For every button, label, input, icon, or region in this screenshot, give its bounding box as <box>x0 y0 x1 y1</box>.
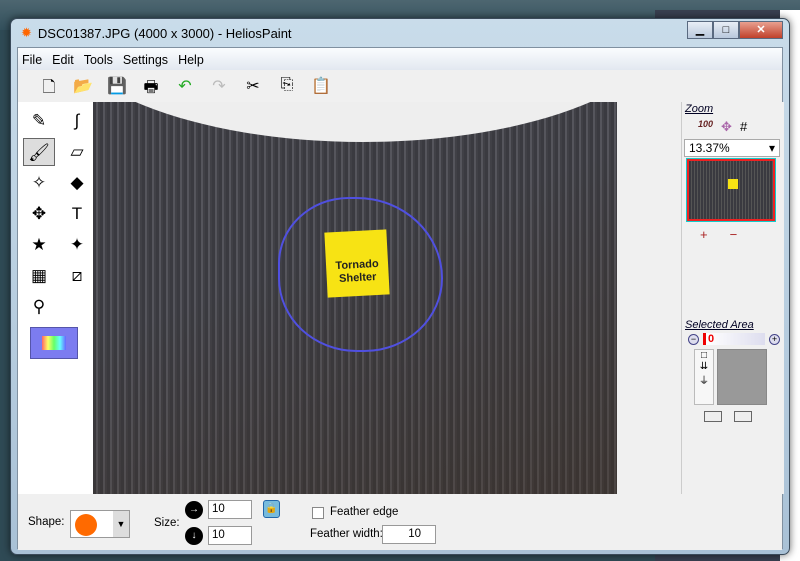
menu-settings[interactable]: Settings <box>123 53 168 70</box>
redo-icon[interactable]: ↷ <box>208 76 230 100</box>
increase-button[interactable]: + <box>769 333 780 345</box>
menu-file[interactable]: File <box>22 53 42 70</box>
pencil-icon[interactable]: ✎ <box>23 107 55 135</box>
menu-tools[interactable]: Tools <box>84 53 113 70</box>
text-icon[interactable]: T <box>61 200 93 228</box>
tool-palette: ✎ ∫ 🖌 ▱ ✧ ◆ ✥ T ★ ✦ ▦ ⧄ ⚲ <box>18 102 93 494</box>
size-label: Size: <box>154 517 180 529</box>
eraser-icon[interactable]: ▱ <box>61 138 93 166</box>
selection-slider[interactable]: 0 <box>703 333 765 345</box>
selection-preview <box>717 349 767 405</box>
chevron-down-icon: ▼ <box>113 511 129 537</box>
circle-shape-icon <box>75 514 97 536</box>
lock-ratio-button[interactable]: 🔒 <box>263 500 280 518</box>
fill-icon[interactable]: ◆ <box>61 169 93 197</box>
color-spectrum-icon <box>42 336 66 350</box>
height-input[interactable]: 10 <box>208 526 252 545</box>
shapes-icon[interactable]: ★ <box>23 231 55 259</box>
tool-options-bar: Shape: ▼ Size: → ↓ 10 10 🔒 Feather edge … <box>18 494 782 550</box>
navigator-thumbnail[interactable] <box>686 158 776 222</box>
undo-icon[interactable]: ↶ <box>174 76 196 100</box>
tornado-shelter-sign: Tornado Shelter <box>324 229 390 298</box>
save-icon[interactable]: 💾 <box>106 76 128 100</box>
shape-label: Shape: <box>28 516 65 528</box>
transform-icon[interactable]: ⧄ <box>61 262 93 290</box>
new-icon[interactable]: 🗋 <box>38 76 60 100</box>
actual-size-icon[interactable]: 100 <box>698 119 713 135</box>
app-icon: ✹ <box>21 25 32 40</box>
spray-icon[interactable]: ✧ <box>23 169 55 197</box>
paste-icon[interactable]: 📋 <box>310 76 332 100</box>
effects-icon[interactable]: ✦ <box>61 231 93 259</box>
menu-edit[interactable]: Edit <box>52 53 74 70</box>
color-picker-icon[interactable]: ⚲ <box>23 293 55 321</box>
toolbar: 🗋 📂 💾 🖶 ↶ ↷ ✂ ⎘ 📋 <box>18 72 782 100</box>
gradient-icon[interactable]: ▦ <box>23 262 55 290</box>
feather-width-label: Feather width: <box>310 528 383 540</box>
zoom-select[interactable]: 13.37% ▾ <box>684 139 780 157</box>
selection-mode-buttons[interactable]: □ ⇊ ⏚ <box>694 349 714 405</box>
zoom-value: 13.37% <box>689 141 730 155</box>
open-icon[interactable]: 📂 <box>72 76 94 100</box>
window-title: DSC01387.JPG (4000 x 3000) - HeliosPaint <box>37 25 292 41</box>
client-area: File Edit Tools Settings Help 🗋 📂 💾 🖶 ↶ ↷ ✂ ⎘ 📋 ✎ ∫ 🖌 ▱… <box>17 47 784 550</box>
canvas-margin <box>617 102 681 494</box>
menu-help[interactable]: Help <box>178 53 204 70</box>
image-canvas[interactable]: Tornado Shelter <box>93 102 617 494</box>
fit-window-icon[interactable]: ✥ <box>721 119 732 135</box>
fit-selection-icon[interactable] <box>734 411 752 422</box>
zoom-out-icon[interactable]: − <box>730 227 738 242</box>
thumbnail-sign <box>728 179 738 189</box>
minimize-button[interactable]: ▁ <box>687 21 713 39</box>
close-button[interactable]: ✕ <box>739 21 783 39</box>
select-all-icon[interactable] <box>704 411 722 422</box>
width-icon: → <box>185 501 203 519</box>
selected-area-label: Selected Area <box>685 319 754 331</box>
grid-icon[interactable]: # <box>740 119 747 135</box>
zoom-label: Zoom <box>685 103 714 115</box>
title-bar: ✹ DSC01387.JPG (4000 x 3000) - HeliosPain… <box>21 25 292 41</box>
brush-icon[interactable]: 🖌 <box>23 138 55 166</box>
right-panel: Zoom 100 ✥ # 13.37% ▾ + − Selected Area −… <box>681 102 784 494</box>
print-icon[interactable]: 🖶 <box>140 76 162 100</box>
copy-icon[interactable]: ⎘ <box>276 76 298 100</box>
app-window: ✹ DSC01387.JPG (4000 x 3000) - HeliosPain… <box>10 18 790 555</box>
cut-icon[interactable]: ✂ <box>242 76 264 100</box>
menu-bar: File Edit Tools Settings Help <box>18 48 782 70</box>
shape-dropdown[interactable]: ▼ <box>70 510 130 538</box>
feather-width-input[interactable]: 10 <box>382 525 436 544</box>
height-icon: ↓ <box>185 527 203 545</box>
feather-edge-label: Feather edge <box>330 506 399 518</box>
width-input[interactable]: 10 <box>208 500 252 519</box>
curve-icon[interactable]: ∫ <box>61 107 93 135</box>
move-icon[interactable]: ✥ <box>23 200 55 228</box>
color-palette-button[interactable] <box>30 327 78 359</box>
decrease-button[interactable]: − <box>688 333 699 345</box>
chevron-down-icon: ▾ <box>768 141 775 155</box>
maximize-button[interactable]: □ <box>713 21 739 39</box>
feather-edge-checkbox[interactable] <box>312 507 324 519</box>
zoom-in-icon[interactable]: + <box>700 227 708 242</box>
